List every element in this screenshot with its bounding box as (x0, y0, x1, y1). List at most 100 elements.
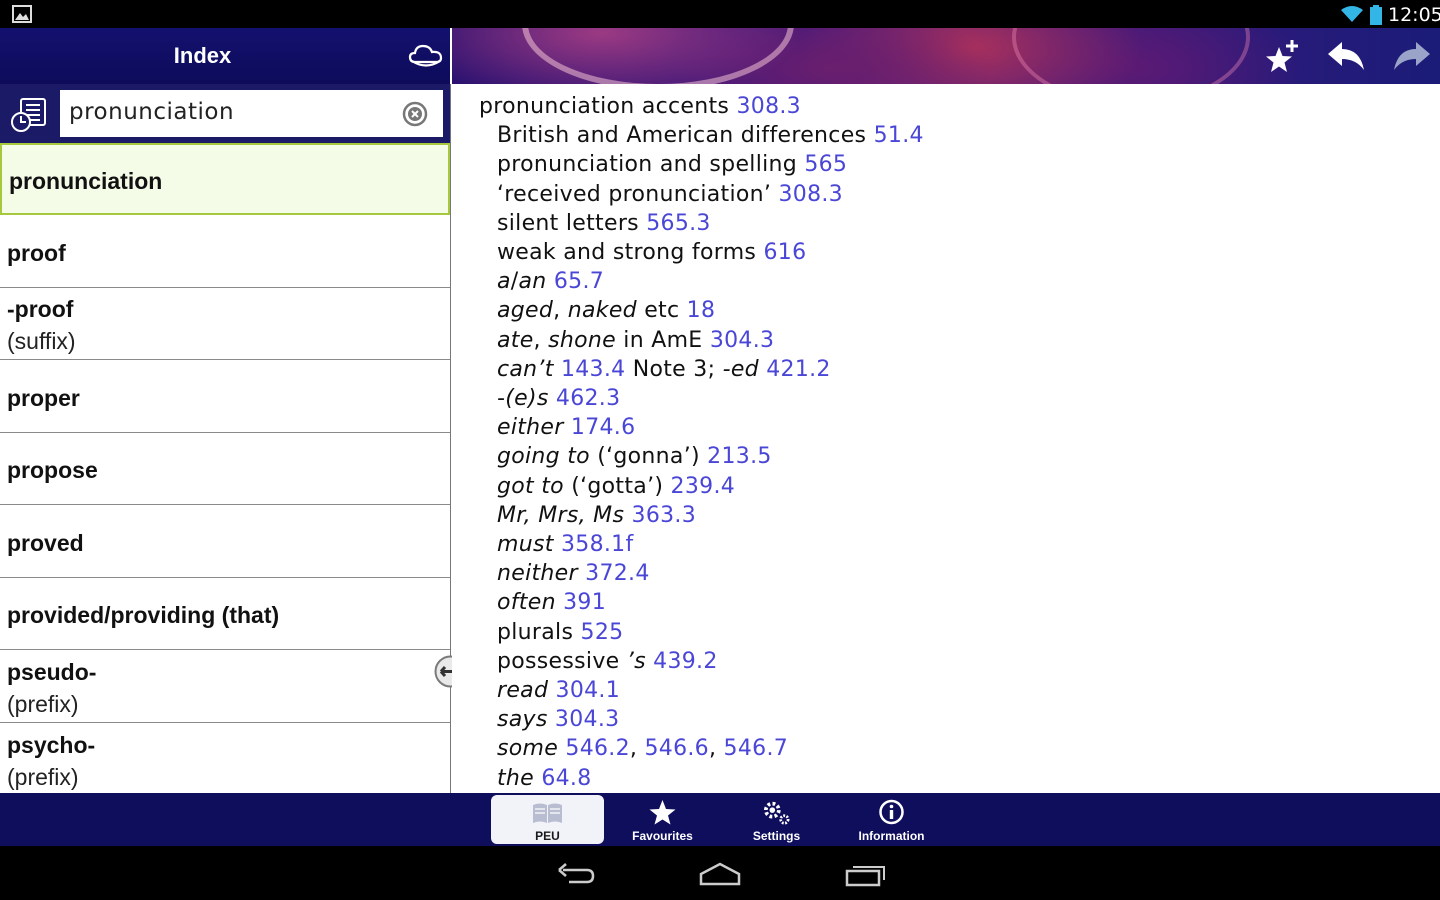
reference-link[interactable]: 546.2 (565, 736, 629, 761)
entry-text: , (629, 736, 645, 762)
reference-link[interactable]: 565.3 (646, 211, 710, 236)
index-title: Index (173, 43, 232, 68)
reference-link[interactable]: 363.3 (632, 503, 696, 528)
reference-link[interactable]: 421.2 (766, 357, 830, 382)
wifi-icon (1341, 6, 1363, 22)
italic-text: going to (497, 444, 590, 470)
reference-link[interactable]: 462.3 (556, 386, 620, 411)
entry-line: must 358.1f (497, 532, 634, 557)
italic-text: shone (548, 327, 616, 353)
reference-link[interactable]: 358.1f (561, 532, 634, 557)
list-item-subtitle: (suffix) (7, 328, 76, 354)
reference-link[interactable]: 304.3 (710, 328, 774, 353)
reference-link[interactable]: 304.3 (555, 707, 619, 732)
italic-text: an (518, 269, 547, 295)
entry-text: silent letters (497, 210, 647, 236)
reference-link[interactable]: 546.7 (724, 736, 788, 761)
tab-label: PEU (535, 829, 560, 843)
tab-label: Settings (752, 829, 801, 843)
home-nav-icon[interactable] (699, 860, 741, 888)
list-item[interactable]: psycho- (prefix) (0, 724, 450, 793)
reference-link[interactable]: 546.6 (644, 736, 708, 761)
system-nav-bar (0, 846, 1440, 900)
entry-first-line: pronunciation accents 308.3 (479, 94, 801, 119)
entry-text: (‘gotta’) (563, 473, 671, 499)
add-favourite-icon[interactable] (1264, 38, 1300, 74)
entry-line: a/an 65.7 (497, 269, 604, 294)
entry-text (548, 678, 555, 703)
entry-text: weak and strong forms (497, 240, 764, 265)
entry-text: British and American differences (497, 123, 874, 149)
entry-text (549, 386, 556, 411)
reference-link[interactable]: 18 (687, 298, 716, 323)
list-item[interactable]: provided/providing (that) (0, 578, 450, 650)
entry-line: British and American differences 51.4 (497, 123, 924, 148)
reference-link[interactable]: 239.4 (671, 474, 735, 499)
list-item[interactable]: proper (0, 361, 450, 433)
back-nav-icon[interactable] (555, 860, 597, 888)
entry-line: can’t 143.4 Note 3; -ed 421.2 (497, 357, 831, 382)
reference-link[interactable]: 372.4 (585, 561, 649, 586)
cloud-sync-icon[interactable] (408, 42, 444, 70)
tab-information[interactable]: Information (835, 795, 948, 844)
list-item-term: proof (7, 240, 66, 266)
clear-search-icon[interactable] (402, 101, 428, 127)
italic-text: aged (497, 298, 554, 324)
reference-link[interactable]: 308.3 (778, 182, 842, 207)
entry-text (548, 707, 555, 732)
forward-arrow-icon[interactable] (1392, 40, 1432, 72)
italic-text: a (497, 269, 511, 295)
list-item[interactable]: pseudo- (prefix) (0, 651, 450, 723)
entry-text: plurals (497, 619, 581, 645)
entry-line: ‘received pronunciation’ 308.3 (497, 182, 843, 207)
history-list-icon[interactable] (10, 97, 48, 133)
tab-settings[interactable]: Settings (720, 795, 833, 844)
search-box (60, 90, 443, 137)
entry-text (564, 415, 571, 440)
list-item-term: -proof (7, 296, 74, 322)
search-bar (0, 84, 450, 143)
reference-link[interactable]: 308.3 (737, 94, 801, 119)
back-arrow-icon[interactable] (1326, 40, 1366, 72)
reference-link[interactable]: 616 (764, 240, 807, 265)
reference-link[interactable]: 565 (804, 152, 847, 177)
search-input[interactable] (69, 99, 389, 125)
reference-link[interactable]: 174.6 (571, 415, 635, 440)
index-header: Index (0, 28, 450, 84)
italic-text: neither (497, 561, 578, 587)
reference-link[interactable]: 439.2 (653, 649, 717, 674)
battery-icon (1370, 5, 1382, 25)
reference-link[interactable]: 525 (581, 620, 624, 645)
list-item[interactable]: pronunciation (0, 143, 450, 215)
reference-link[interactable]: 143.4 (561, 357, 625, 382)
italic-text: the (497, 765, 535, 791)
list-item[interactable]: propose (0, 433, 450, 505)
list-item-term: pronunciation (9, 168, 163, 194)
entry-headword: pronunciation (479, 94, 635, 119)
reference-link[interactable]: 64.8 (541, 766, 591, 791)
tab-peu[interactable]: PEU (491, 795, 604, 844)
entry-line: Mr, Mrs, Ms 363.3 (497, 503, 696, 528)
entry-line: aged, naked etc 18 (497, 298, 715, 323)
reference-link[interactable]: 304.1 (556, 678, 620, 703)
list-item-subtitle: (prefix) (7, 691, 79, 717)
header-decoration (1012, 28, 1250, 84)
reference-link[interactable]: 391 (563, 590, 606, 615)
entry-line: says 304.3 (497, 707, 619, 732)
list-item[interactable]: proof (0, 216, 450, 288)
italic-text: naked (567, 298, 637, 324)
recent-apps-nav-icon[interactable] (845, 860, 887, 888)
italic-text: read (497, 678, 549, 703)
reference-link[interactable]: 65.7 (554, 269, 604, 294)
entry-text (554, 357, 561, 382)
entry-text: Note 3; (625, 356, 723, 382)
tab-favourites[interactable]: Favourites (606, 795, 719, 844)
reference-link[interactable]: 213.5 (707, 444, 771, 469)
reference-link[interactable]: 51.4 (874, 123, 924, 148)
list-item[interactable]: -proof (suffix) (0, 288, 450, 360)
list-item-term: psycho- (7, 732, 96, 758)
entry-line: some 546.2, 546.6, 546.7 (497, 736, 788, 761)
tab-label: Favourites (632, 829, 693, 843)
entry-text: , (533, 327, 549, 353)
list-item[interactable]: proved (0, 506, 450, 578)
